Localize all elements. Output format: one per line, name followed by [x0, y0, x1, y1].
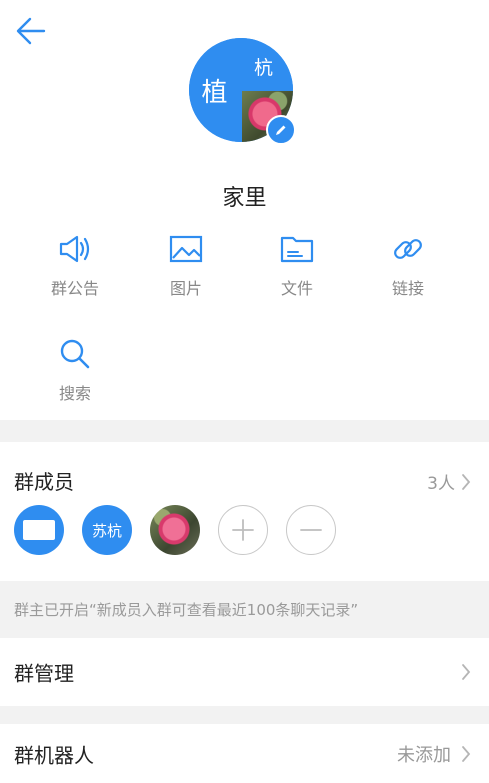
- tool-search[interactable]: 搜索: [30, 334, 120, 404]
- chevron-right-icon: [462, 745, 471, 762]
- folder-icon: [280, 236, 314, 263]
- section-divider: [0, 706, 489, 724]
- plus-icon: [232, 519, 254, 541]
- tool-links[interactable]: 链接: [363, 229, 453, 299]
- avatar-tile-topright: 杭: [242, 38, 293, 89]
- row-right: 未添加: [397, 741, 471, 767]
- link-icon: [394, 239, 422, 259]
- member-avatar[interactable]: 苏杭: [82, 505, 132, 555]
- group-name[interactable]: 家里: [0, 180, 489, 212]
- group-management-row[interactable]: 群管理: [0, 641, 489, 703]
- row-right: [461, 663, 471, 681]
- member-avatar[interactable]: [14, 505, 64, 555]
- row-label: 群机器人: [14, 743, 94, 767]
- tool-label: 图片: [169, 279, 202, 298]
- chevron-right-icon: [462, 664, 471, 680]
- megaphone-icon: [59, 235, 90, 263]
- search-icon: [60, 339, 90, 369]
- image-icon: [169, 235, 203, 263]
- back-button[interactable]: [14, 14, 48, 48]
- avatar-tile-left: 植: [189, 38, 240, 142]
- row-label: 群管理: [14, 661, 74, 686]
- group-robot-row[interactable]: 群机器人 未添加: [0, 724, 489, 783]
- chevron-right-icon: [462, 473, 471, 490]
- minus-icon: [300, 529, 322, 531]
- add-member-button[interactable]: [218, 505, 268, 555]
- tool-label: 文件: [280, 279, 313, 298]
- tool-label: 链接: [391, 279, 424, 298]
- tool-announcement[interactable]: 群公告: [30, 229, 120, 299]
- pencil-icon: [276, 125, 286, 135]
- member-avatar-photo[interactable]: [150, 505, 200, 555]
- members-count-link[interactable]: 3人: [427, 469, 471, 494]
- robot-status: 未添加: [397, 744, 451, 766]
- remove-member-button[interactable]: [286, 505, 336, 555]
- members-count: 3人: [427, 474, 455, 494]
- tool-label: 群公告: [50, 279, 99, 298]
- tool-label: 搜索: [58, 384, 91, 403]
- members-title: 群成员: [14, 470, 74, 494]
- back-arrow-icon: [16, 17, 46, 45]
- tool-files[interactable]: 文件: [252, 229, 342, 299]
- section-divider: [0, 420, 489, 442]
- tool-images[interactable]: 图片: [141, 229, 231, 299]
- avatar-placeholder-shape: [23, 520, 55, 540]
- edit-avatar-button[interactable]: [266, 115, 296, 145]
- history-notice: 群主已开启“新成员入群可查看最近100条聊天记录”: [0, 581, 489, 638]
